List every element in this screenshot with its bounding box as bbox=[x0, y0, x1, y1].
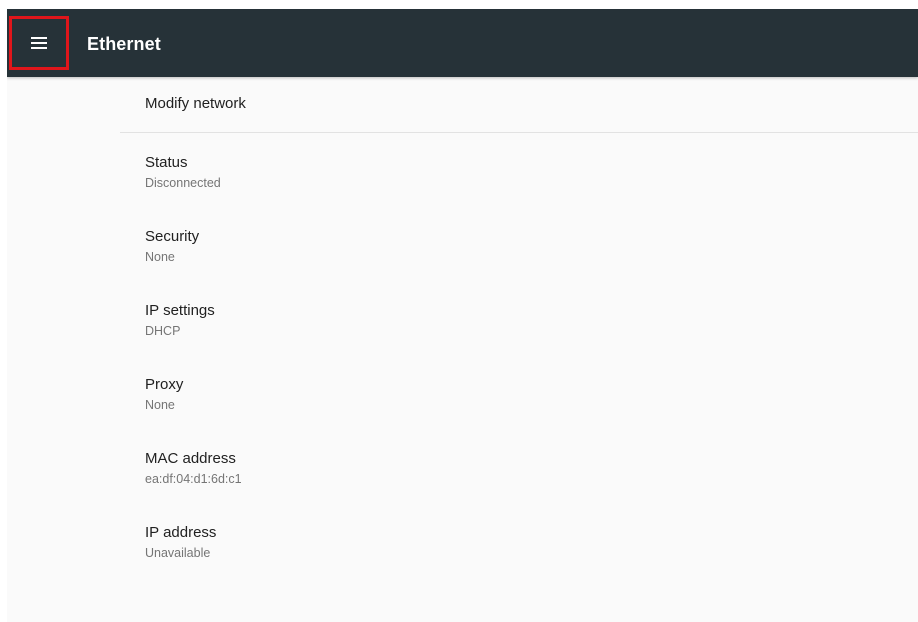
ethernet-settings-screen: Ethernet Modify network Status Disconnec… bbox=[7, 9, 918, 622]
proxy-item[interactable]: Proxy None bbox=[145, 376, 845, 426]
ip-settings-title: IP settings bbox=[145, 302, 215, 319]
ip-address-summary: Unavailable bbox=[145, 546, 211, 560]
status-title: Status bbox=[145, 154, 188, 171]
ip-settings-item[interactable]: IP settings DHCP bbox=[145, 302, 845, 352]
proxy-title: Proxy bbox=[145, 376, 184, 393]
ip-address-item[interactable]: IP address Unavailable bbox=[145, 524, 845, 574]
status-item[interactable]: Status Disconnected bbox=[145, 154, 845, 204]
security-summary: None bbox=[145, 250, 175, 264]
hamburger-menu-icon bbox=[31, 37, 47, 49]
app-toolbar: Ethernet bbox=[7, 9, 918, 77]
mac-address-item[interactable]: MAC address ea:df:04:d1:6d:c1 bbox=[145, 450, 845, 500]
menu-button[interactable] bbox=[9, 16, 69, 70]
status-summary: Disconnected bbox=[145, 176, 221, 190]
page-title: Ethernet bbox=[87, 34, 161, 54]
modify-network-label: Modify network bbox=[145, 95, 246, 112]
proxy-summary: None bbox=[145, 398, 175, 412]
ip-settings-summary: DHCP bbox=[145, 324, 181, 338]
mac-address-title: MAC address bbox=[145, 450, 236, 467]
modify-network-item[interactable]: Modify network bbox=[120, 77, 918, 133]
mac-address-summary: ea:df:04:d1:6d:c1 bbox=[145, 472, 242, 486]
security-item[interactable]: Security None bbox=[145, 228, 845, 278]
ip-address-title: IP address bbox=[145, 524, 217, 541]
security-title: Security bbox=[145, 228, 200, 245]
